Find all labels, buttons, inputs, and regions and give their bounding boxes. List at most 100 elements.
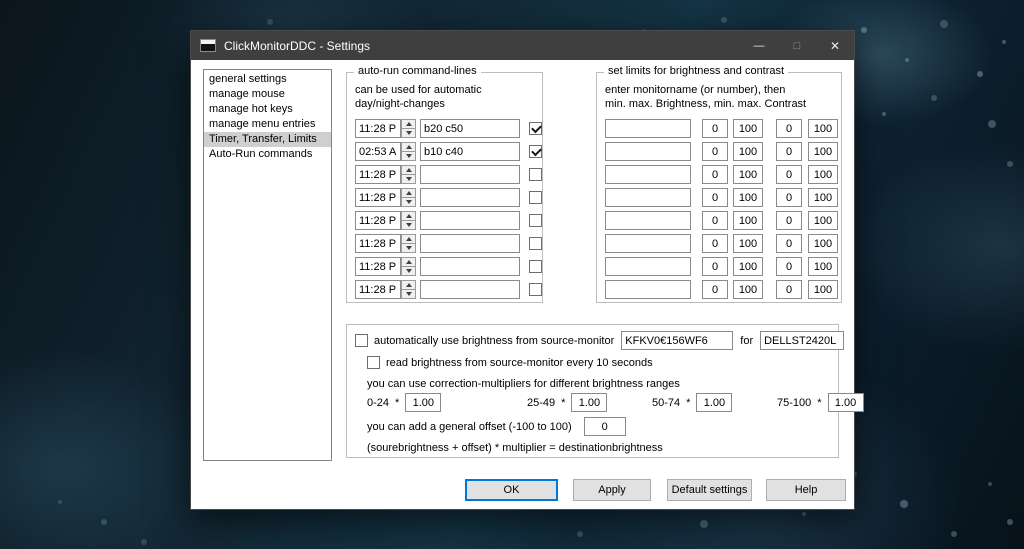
spin-up-button[interactable] bbox=[401, 234, 416, 244]
offset-input[interactable] bbox=[583, 417, 626, 436]
close-button[interactable]: ✕ bbox=[816, 31, 854, 60]
command-input[interactable] bbox=[420, 257, 520, 276]
spin-up-button[interactable] bbox=[401, 257, 416, 267]
spin-up-button[interactable] bbox=[401, 280, 416, 290]
help-button[interactable]: Help bbox=[766, 479, 846, 501]
sidebar-item-manage-mouse[interactable]: manage mouse bbox=[204, 87, 331, 102]
contrast-max-input[interactable] bbox=[808, 165, 838, 184]
monitor-name-input[interactable] bbox=[605, 119, 691, 138]
brightness-min-input[interactable] bbox=[702, 280, 728, 299]
contrast-max-input[interactable] bbox=[808, 119, 838, 138]
spin-down-button[interactable] bbox=[401, 290, 416, 299]
brightness-max-input[interactable] bbox=[733, 188, 763, 207]
auto-use-brightness-checkbox[interactable] bbox=[355, 334, 368, 347]
apply-button[interactable]: Apply bbox=[573, 479, 651, 501]
brightness-min-input[interactable] bbox=[702, 119, 728, 138]
minimize-button[interactable]: — bbox=[740, 31, 778, 60]
contrast-min-input[interactable] bbox=[776, 280, 802, 299]
autorun-enabled-checkbox[interactable] bbox=[529, 122, 542, 135]
brightness-max-input[interactable] bbox=[733, 211, 763, 230]
sidebar-item-manage-hot-keys[interactable]: manage hot keys bbox=[204, 102, 331, 117]
brightness-min-input[interactable] bbox=[702, 142, 728, 161]
autorun-enabled-checkbox[interactable] bbox=[529, 214, 542, 227]
monitor-name-input[interactable] bbox=[605, 280, 691, 299]
spin-down-button[interactable] bbox=[401, 267, 416, 276]
time-input[interactable] bbox=[355, 280, 401, 299]
monitor-name-input[interactable] bbox=[605, 234, 691, 253]
monitor-name-input[interactable] bbox=[605, 257, 691, 276]
time-input[interactable] bbox=[355, 142, 401, 161]
autorun-enabled-checkbox[interactable] bbox=[529, 191, 542, 204]
brightness-min-input[interactable] bbox=[702, 257, 728, 276]
brightness-max-input[interactable] bbox=[733, 257, 763, 276]
time-input[interactable] bbox=[355, 165, 401, 184]
autorun-enabled-checkbox[interactable] bbox=[529, 145, 542, 158]
command-input[interactable] bbox=[420, 280, 520, 299]
monitor-name-input[interactable] bbox=[605, 165, 691, 184]
contrast-min-input[interactable] bbox=[776, 211, 802, 230]
multiplier-input[interactable] bbox=[405, 393, 442, 412]
contrast-min-input[interactable] bbox=[776, 165, 802, 184]
sidebar-item-general-settings[interactable]: general settings bbox=[204, 72, 331, 87]
spin-up-button[interactable] bbox=[401, 165, 416, 175]
autorun-enabled-checkbox[interactable] bbox=[529, 283, 542, 296]
time-input[interactable] bbox=[355, 234, 401, 253]
spin-up-button[interactable] bbox=[401, 119, 416, 129]
spin-down-button[interactable] bbox=[401, 175, 416, 184]
contrast-max-input[interactable] bbox=[808, 211, 838, 230]
contrast-max-input[interactable] bbox=[808, 142, 838, 161]
spin-down-button[interactable] bbox=[401, 129, 416, 138]
spin-up-button[interactable] bbox=[401, 188, 416, 198]
sidebar-item-auto-run-commands[interactable]: Auto-Run commands bbox=[204, 147, 331, 162]
time-input[interactable] bbox=[355, 188, 401, 207]
maximize-button[interactable]: □ bbox=[778, 31, 816, 60]
contrast-max-input[interactable] bbox=[808, 188, 838, 207]
contrast-min-input[interactable] bbox=[776, 142, 802, 161]
time-input[interactable] bbox=[355, 211, 401, 230]
monitor-name-input[interactable] bbox=[605, 142, 691, 161]
monitor-name-input[interactable] bbox=[605, 188, 691, 207]
autorun-enabled-checkbox[interactable] bbox=[529, 237, 542, 250]
multiplier-input[interactable] bbox=[696, 393, 733, 412]
brightness-max-input[interactable] bbox=[733, 280, 763, 299]
spin-up-button[interactable] bbox=[401, 211, 416, 221]
spin-down-button[interactable] bbox=[401, 152, 416, 161]
brightness-min-input[interactable] bbox=[702, 234, 728, 253]
multiplier-input[interactable] bbox=[571, 393, 608, 412]
spin-down-button[interactable] bbox=[401, 244, 416, 253]
default-settings-button[interactable]: Default settings bbox=[667, 479, 752, 501]
brightness-max-input[interactable] bbox=[733, 119, 763, 138]
brightness-max-input[interactable] bbox=[733, 165, 763, 184]
multiplier-input[interactable] bbox=[827, 393, 864, 412]
time-input[interactable] bbox=[355, 257, 401, 276]
spin-down-button[interactable] bbox=[401, 198, 416, 207]
sidebar-item-manage-menu-entries[interactable]: manage menu entries bbox=[204, 117, 331, 132]
brightness-max-input[interactable] bbox=[733, 142, 763, 161]
contrast-max-input[interactable] bbox=[808, 280, 838, 299]
brightness-min-input[interactable] bbox=[702, 165, 728, 184]
contrast-min-input[interactable] bbox=[776, 188, 802, 207]
brightness-max-input[interactable] bbox=[733, 234, 763, 253]
contrast-max-input[interactable] bbox=[808, 257, 838, 276]
time-input[interactable] bbox=[355, 119, 401, 138]
ok-button[interactable]: OK bbox=[465, 479, 558, 501]
monitor-name-input[interactable] bbox=[605, 211, 691, 230]
brightness-min-input[interactable] bbox=[702, 188, 728, 207]
autorun-enabled-checkbox[interactable] bbox=[529, 260, 542, 273]
titlebar[interactable]: ClickMonitorDDC - Settings — □ ✕ bbox=[191, 31, 854, 60]
contrast-min-input[interactable] bbox=[776, 257, 802, 276]
command-input[interactable] bbox=[420, 211, 520, 230]
contrast-min-input[interactable] bbox=[776, 119, 802, 138]
command-input[interactable] bbox=[420, 188, 520, 207]
read-brightness-checkbox[interactable] bbox=[367, 356, 380, 369]
spin-up-button[interactable] bbox=[401, 142, 416, 152]
sidebar-item-timer-transfer-limits[interactable]: Timer, Transfer, Limits bbox=[204, 132, 331, 147]
contrast-max-input[interactable] bbox=[808, 234, 838, 253]
command-input[interactable] bbox=[420, 165, 520, 184]
command-input[interactable] bbox=[420, 234, 520, 253]
spin-down-button[interactable] bbox=[401, 221, 416, 230]
brightness-min-input[interactable] bbox=[702, 211, 728, 230]
command-input[interactable] bbox=[420, 119, 520, 138]
command-input[interactable] bbox=[420, 142, 520, 161]
destination-monitor-input[interactable] bbox=[760, 331, 845, 350]
